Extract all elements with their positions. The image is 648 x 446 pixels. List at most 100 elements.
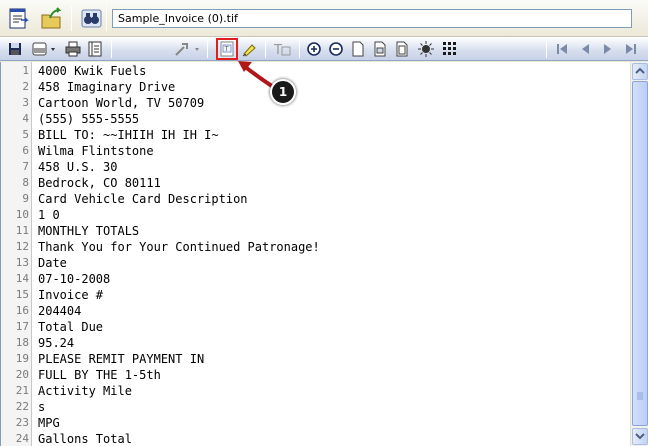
editor-line[interactable]: 12 Thank You for Your Continued Patronage…: [1, 239, 630, 255]
line-text[interactable]: PLEASE REMIT PAYMENT IN: [38, 351, 204, 367]
line-text[interactable]: Invoice #: [38, 287, 103, 303]
line-number: 3: [22, 96, 29, 109]
next-page-button[interactable]: [599, 40, 617, 58]
line-text[interactable]: Bedrock, CO 80111: [38, 175, 161, 191]
editor-line[interactable]: 9 Card Vehicle Card Description: [1, 191, 630, 207]
previous-page-icon: [582, 44, 589, 54]
editor-line[interactable]: 8 Bedrock, CO 80111: [1, 175, 630, 191]
line-text[interactable]: BILL TO: ~~IHIIH IH IH I~: [38, 127, 219, 143]
line-text[interactable]: Activity Mile: [38, 383, 132, 399]
line-number: 12: [15, 240, 29, 253]
editor-line[interactable]: 24 Gallons Total: [1, 431, 630, 446]
line-text[interactable]: s: [38, 399, 45, 415]
line-number: 20: [15, 368, 29, 381]
editor-line[interactable]: 3 Cartoon World, TV 50709: [1, 95, 630, 111]
highlighter-button[interactable]: [240, 40, 258, 58]
line-text[interactable]: FULL BY THE 1-5th: [38, 367, 161, 383]
line-number: 2: [22, 80, 29, 93]
chevron-up-icon: [635, 67, 645, 74]
line-text[interactable]: 07-10-2008: [38, 271, 110, 287]
editor-line[interactable]: 2 458 Imaginary Drive: [1, 79, 630, 95]
scroll-thumb[interactable]: [632, 81, 648, 426]
editor-line[interactable]: 17 Total Due: [1, 319, 630, 335]
editor-line[interactable]: 14 07-10-2008: [1, 271, 630, 287]
zoom-in-button[interactable]: [305, 40, 323, 58]
page-button[interactable]: [349, 40, 367, 58]
save-button[interactable]: [6, 40, 24, 58]
line-text[interactable]: Date: [38, 255, 67, 271]
editor-line[interactable]: 19 PLEASE REMIT PAYMENT IN: [1, 351, 630, 367]
scroll-up-button[interactable]: [632, 63, 648, 80]
editor-line[interactable]: 11 MONTHLY TOTALS: [1, 223, 630, 239]
line-number: 5: [22, 128, 29, 141]
scroll-down-button[interactable]: [632, 428, 648, 445]
zoom-out-icon: [329, 42, 343, 56]
editor-line[interactable]: 23 MPG: [1, 415, 630, 431]
line-number: 15: [15, 288, 29, 301]
printer-button[interactable]: [64, 40, 82, 58]
editor-line[interactable]: 13 Date: [1, 255, 630, 271]
line-text[interactable]: Cartoon World, TV 50709: [38, 95, 204, 111]
grid-view-button[interactable]: [441, 40, 459, 58]
tools-dropdown-button[interactable]: [172, 40, 202, 58]
line-text[interactable]: 4000 Kwik Fuels: [38, 63, 146, 79]
editor-line[interactable]: 5 BILL TO: ~~IHIIH IH IH I~: [1, 127, 630, 143]
line-text[interactable]: 458 U.S. 30: [38, 159, 117, 175]
brightness-button[interactable]: [417, 40, 435, 58]
line-number: 24: [15, 432, 29, 445]
line-number: 16: [15, 304, 29, 317]
page-alt-icon: [374, 41, 386, 57]
document-view-button[interactable]: [5, 5, 32, 32]
fit-page-button[interactable]: [393, 40, 411, 58]
text-format-button[interactable]: T: [272, 40, 294, 58]
line-text[interactable]: 1 0: [38, 207, 60, 223]
line-text[interactable]: 458 Imaginary Drive: [38, 79, 175, 95]
editor-line[interactable]: 1 4000 Kwik Fuels: [1, 63, 630, 79]
line-text[interactable]: Wilma Flintstone: [38, 143, 154, 159]
editor-line[interactable]: 22 s: [1, 399, 630, 415]
last-page-icon: [626, 44, 636, 54]
line-text[interactable]: 204404: [38, 303, 81, 319]
line-text[interactable]: Total Due: [38, 319, 103, 335]
line-text[interactable]: MPG: [38, 415, 60, 431]
book-button[interactable]: [86, 40, 104, 58]
editor-line[interactable]: 10 1 0: [1, 207, 630, 223]
editor-line[interactable]: 21 Activity Mile: [1, 383, 630, 399]
page-alt-button[interactable]: [371, 40, 389, 58]
line-text[interactable]: MONTHLY TOTALS: [38, 223, 139, 239]
editor-line[interactable]: 20 FULL BY THE 1-5th: [1, 367, 630, 383]
fit-page-icon: [396, 41, 408, 57]
editor-line[interactable]: 18 95.24: [1, 335, 630, 351]
toolbar-separator: [111, 40, 112, 58]
zoom-out-button[interactable]: [327, 40, 345, 58]
vertical-scrollbar[interactable]: [630, 62, 648, 446]
previous-page-button[interactable]: [576, 40, 594, 58]
printer-icon: [65, 41, 81, 57]
last-page-button[interactable]: [622, 40, 640, 58]
open-folder-button[interactable]: [38, 5, 65, 32]
line-text[interactable]: 95.24: [38, 335, 74, 351]
editor-line[interactable]: 6 Wilma Flintstone: [1, 143, 630, 159]
text-editor[interactable]: 1 4000 Kwik Fuels 2 458 Imaginary Drive 3 Car…: [0, 62, 630, 446]
first-page-button[interactable]: [553, 40, 571, 58]
line-number: 7: [22, 160, 29, 173]
filename-field[interactable]: Sample_Invoice (0).tif: [112, 9, 632, 28]
line-number: 23: [15, 416, 29, 429]
line-text[interactable]: Thank You for Your Continued Patronage!: [38, 239, 320, 255]
line-number: 6: [22, 144, 29, 157]
line-text[interactable]: (555) 555-5555: [38, 111, 139, 127]
editor-line[interactable]: 15 Invoice #: [1, 287, 630, 303]
binoculars-icon: [81, 9, 102, 28]
find-button[interactable]: [78, 5, 105, 32]
page-icon: [352, 41, 364, 57]
line-text[interactable]: Card Vehicle Card Description: [38, 191, 248, 207]
line-text[interactable]: Gallons Total: [38, 431, 132, 446]
editor-line[interactable]: 4 (555) 555-5555: [1, 111, 630, 127]
zoom-in-icon: [307, 42, 321, 56]
text-format-icon: T: [273, 43, 291, 58]
editor-line[interactable]: 7 458 U.S. 30: [1, 159, 630, 175]
next-page-icon: [604, 44, 611, 54]
print-dropdown-button[interactable]: [29, 40, 59, 58]
toolbar-separator: [265, 40, 266, 58]
editor-line[interactable]: 16 204404: [1, 303, 630, 319]
